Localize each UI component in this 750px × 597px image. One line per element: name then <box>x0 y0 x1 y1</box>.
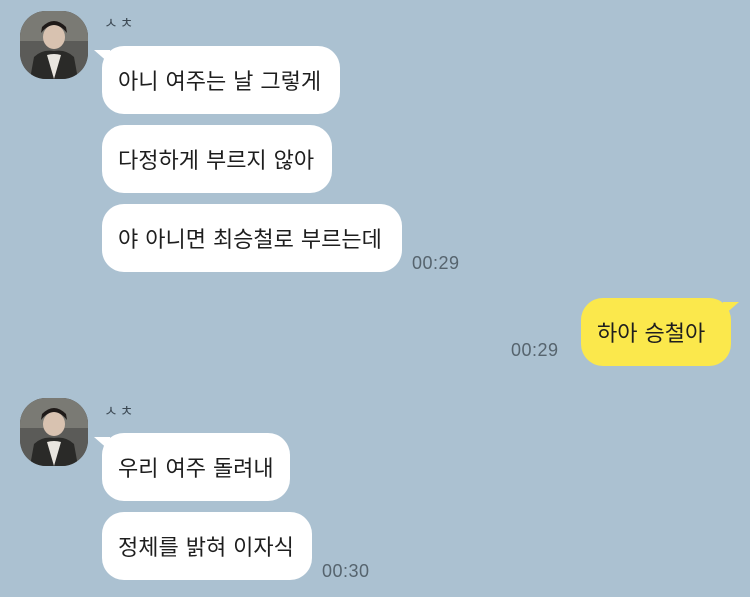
message-text: 정체를 밝혀 이자식 <box>118 536 294 561</box>
profile-photo-icon <box>20 11 88 79</box>
message-bubble[interactable]: 정체를 밝혀 이자식 <box>102 512 312 580</box>
message-bubble[interactable]: 야 아니면 최승철로 부르는데 <box>102 204 402 272</box>
timestamp: 00:29 <box>412 253 460 273</box>
avatar[interactable] <box>20 11 88 79</box>
message-bubble[interactable]: 아니 여주는 날 그렇게 <box>102 46 340 114</box>
sender-name: ㅅㅊ <box>104 14 136 32</box>
message-text: 우리 여주 돌려내 <box>118 457 274 482</box>
message-text: 야 아니면 최승철로 부르는데 <box>118 228 382 253</box>
profile-photo-icon <box>20 398 88 466</box>
message-bubble-outgoing[interactable]: 하아 승철아 <box>581 298 731 366</box>
message-text: 아니 여주는 날 그렇게 <box>118 70 322 95</box>
sender-name: ㅅㅊ <box>104 402 136 420</box>
bubble-tail <box>723 302 739 316</box>
message-bubble[interactable]: 우리 여주 돌려내 <box>102 433 290 501</box>
avatar[interactable] <box>20 398 88 466</box>
timestamp: 00:30 <box>322 561 370 581</box>
message-bubble[interactable]: 다정하게 부르지 않아 <box>102 125 332 193</box>
message-text: 다정하게 부르지 않아 <box>118 149 315 174</box>
timestamp: 00:29 <box>511 340 559 360</box>
message-text: 하아 승철아 <box>597 322 706 347</box>
